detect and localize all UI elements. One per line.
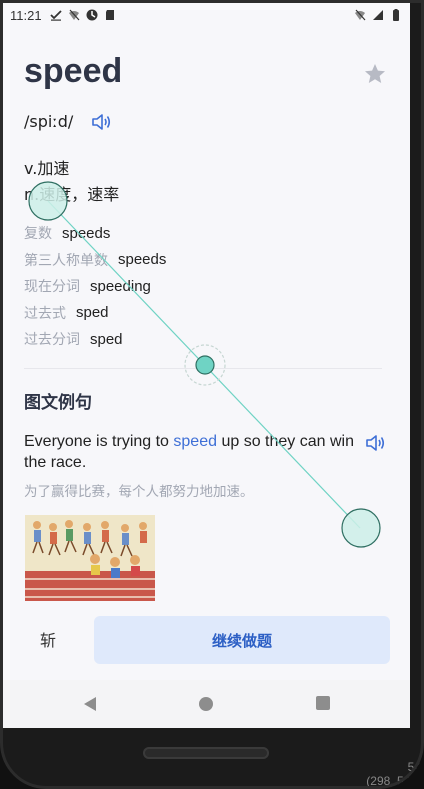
recents-icon[interactable] — [316, 696, 330, 710]
section-divider — [24, 368, 382, 369]
back-icon[interactable] — [82, 696, 98, 712]
home-icon[interactable] — [198, 696, 214, 712]
form-value: speeds — [118, 251, 167, 269]
sentence-text-before: Everyone is trying to — [24, 433, 174, 450]
coordinate-readout: 54 (298, 536) — [335, 760, 421, 788]
coordinate-readout-line2: (298, 536) — [366, 774, 421, 788]
device-frame: 11:21 speed /spiːd/ v.加速 n.速度，速率 复数 spee… — [0, 0, 424, 789]
form-value: speeds — [62, 224, 111, 242]
phone-speaker-grille — [143, 747, 269, 759]
highlighted-word[interactable]: speed — [173, 433, 217, 450]
continue-button[interactable]: 继续做题 — [94, 616, 390, 664]
wifi-off-icon-right — [355, 9, 366, 21]
form-value: speeding — [90, 277, 151, 295]
coordinate-readout-line1: 54 — [407, 760, 421, 774]
form-label: 过去分词 — [24, 332, 80, 349]
word-form-row: 第三人称单数 speeds — [24, 247, 166, 274]
word-form-row: 复数 speeds — [24, 220, 166, 247]
form-label: 过去式 — [24, 305, 66, 322]
word-form-row: 过去分词 sped — [24, 326, 166, 353]
slash-word-button[interactable]: 斩 — [40, 627, 56, 651]
form-label: 复数 — [24, 226, 52, 243]
form-label: 现在分词 — [24, 279, 80, 296]
speaker-icon[interactable] — [91, 113, 111, 131]
signal-icon — [373, 10, 383, 20]
battery-icon — [393, 9, 399, 21]
example-sentence: Everyone is trying to speed up so they c… — [24, 431, 354, 473]
wifi-off-icon — [68, 9, 80, 21]
word-form-row: 现在分词 speeding — [24, 273, 166, 300]
phonetic-row: /spiːd/ — [24, 112, 111, 131]
app-screen: 11:21 speed /spiːd/ v.加速 n.速度，速率 复数 spee… — [2, 0, 410, 728]
definition-verb: v.加速 — [24, 159, 70, 178]
sync-icon — [86, 9, 98, 21]
word-title: speed — [24, 52, 123, 90]
sentence-speaker-icon[interactable] — [365, 434, 385, 452]
form-label: 第三人称单数 — [24, 252, 108, 269]
download-done-icon — [49, 10, 62, 21]
sentence-translation: 为了赢得比赛，每个人都努力地加速。 — [24, 484, 254, 500]
form-value: sped — [76, 304, 109, 322]
form-value: sped — [90, 330, 123, 348]
example-illustration[interactable] — [25, 515, 155, 601]
system-nav-bar — [2, 680, 410, 728]
definition-noun: n.速度，速率 — [24, 185, 120, 204]
status-bar: 11:21 — [2, 0, 410, 30]
star-icon[interactable] — [363, 62, 387, 86]
status-time: 11:21 — [10, 7, 42, 23]
phonetic-text: /spiːd/ — [24, 112, 74, 131]
word-forms-list: 复数 speeds 第三人称单数 speeds 现在分词 speeding 过去… — [24, 220, 166, 353]
examples-section-title: 图文例句 — [24, 393, 92, 413]
word-form-row: 过去式 sped — [24, 300, 166, 327]
sd-card-icon — [105, 10, 114, 20]
